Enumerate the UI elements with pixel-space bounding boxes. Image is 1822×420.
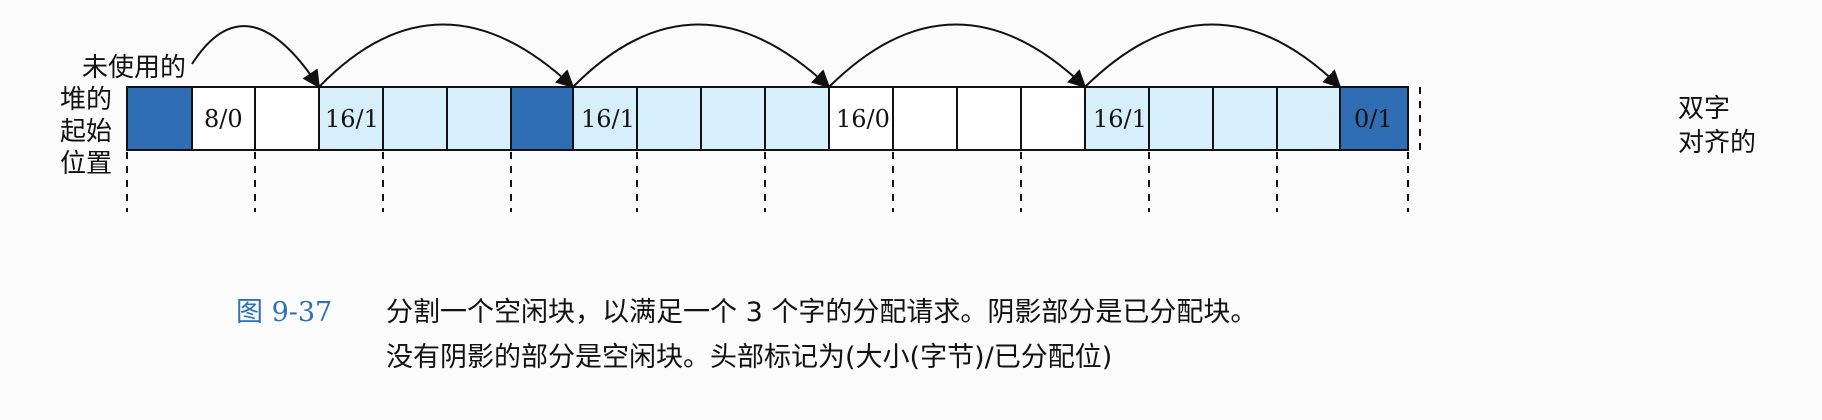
caption-line-2: 没有阴影的部分是空闲块。头部标记为(大小(字节)/已分配位): [386, 342, 1113, 373]
double-word-aligned-line-1: 双字: [1678, 94, 1731, 124]
block-header-16-0: 16/0: [836, 105, 890, 133]
figure-number: 图 9-37: [236, 297, 333, 328]
next-block-arrow-3: [572, 23, 831, 89]
next-block-arrow-1: [191, 25, 320, 89]
next-block-arrow-4: [828, 23, 1087, 89]
block-header-16-1-c: 16/1: [1093, 105, 1147, 133]
heap-diagram: 8/0 16/1 16/1 16/0 16/1 0/1: [126, 23, 1421, 212]
block-allocated-16-c: 16/1: [1084, 86, 1341, 151]
caption-text-1: 分割一个空闲块，以满足一个 3 个字的分配请求。阴影部分是已分配块。: [386, 297, 1258, 328]
block-header-8-0: 8/0: [204, 105, 243, 133]
word-0-padding: [126, 86, 193, 151]
double-word-aligned-label: 双字 对齐的: [1678, 92, 1818, 160]
block-header-16-1-a: 16/1: [325, 105, 379, 133]
block-free-16: 16/0: [828, 86, 1086, 151]
block-allocated-16-a: 16/1: [318, 86, 574, 151]
next-block-arrow-2: [318, 23, 575, 89]
epilogue-block: 0/1: [1339, 86, 1409, 151]
epilogue-header-0-1: 0/1: [1354, 105, 1393, 133]
next-block-arrow-5: [1084, 23, 1342, 89]
figure-caption: 图 9-37 分割一个空闲块，以满足一个 3 个字的分配请求。阴影部分是已分配块。…: [236, 290, 1796, 380]
block-free-8: 8/0: [191, 86, 320, 151]
block-allocated-16-b: 16/1: [572, 86, 830, 151]
double-word-aligned-line-2: 对齐的: [1678, 128, 1757, 158]
caption-line-1: 图 9-37 分割一个空闲块，以满足一个 3 个字的分配请求。阴影部分是已分配块。: [236, 290, 1796, 335]
block-header-16-1-b: 16/1: [581, 105, 635, 133]
